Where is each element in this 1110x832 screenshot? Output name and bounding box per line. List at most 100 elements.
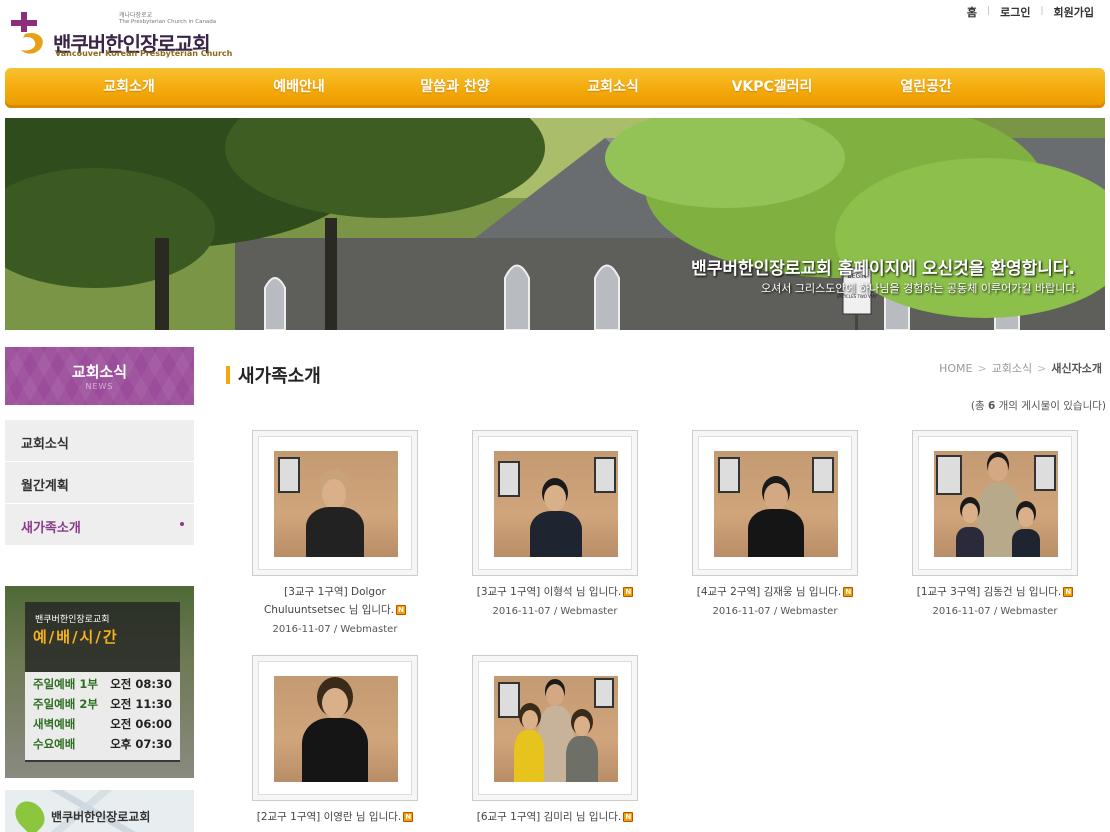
new-badge-icon: N	[623, 587, 634, 597]
worship-time: 오전 06:00	[110, 717, 172, 731]
page-title-text: 새가족소개	[238, 366, 321, 387]
main-nav: 교회소개 예배안내 말씀과 찬양 교회소식 VKPC갤러리 열린공간	[5, 68, 1105, 108]
thumbnail-frame[interactable]	[912, 430, 1078, 576]
member-photo	[934, 451, 1058, 557]
thumbnail-frame[interactable]	[472, 655, 638, 801]
post-title[interactable]: [2교구 1구역] 이영란 님 입니다. N	[240, 808, 430, 826]
gallery-card[interactable]: [6교구 1구역] 김미리 님 입니다. N	[460, 655, 650, 828]
banner-subtitle: 오셔서 그리스도안에 하나님을 경험하는 공동체 이루어가길 바랍니다.	[761, 282, 1079, 295]
gallery-card[interactable]: [3교구 1구역] 이형석 님 입니다. N 2016-11-07 / Webma…	[460, 430, 650, 621]
logo-small-kr: 캐나다장로교	[119, 12, 153, 19]
post-title-text: [3교구 1구역] 이형석 님 입니다.	[476, 586, 622, 598]
top-links: 홈 | 로그인 | 회원가입	[957, 4, 1104, 20]
new-badge-icon: N	[623, 812, 634, 822]
worship-row: 주일예배 1부 오전 08:30	[33, 674, 172, 694]
signup-link[interactable]: 회원가입	[1044, 4, 1104, 20]
sidebar-subtitle: NEWS	[85, 382, 114, 391]
post-title[interactable]: [6교구 1구역] 김미리 님 입니다. N	[460, 808, 650, 826]
post-meta: 2016-11-07 / Webmaster	[272, 624, 398, 635]
new-badge-icon: N	[1063, 587, 1074, 597]
sidebar-item-label: 월간계획	[21, 479, 69, 494]
logo-name-en: Vancouver Korean Presbyterian Church	[55, 49, 233, 58]
sidebar-header: 교회소식 NEWS	[5, 347, 194, 405]
count-suffix: 개의 게시물이 있습니다)	[998, 400, 1106, 412]
thumbnail-frame[interactable]	[472, 430, 638, 576]
post-title[interactable]: [3교구 1구역] 이형석 님 입니다. N	[460, 583, 650, 601]
worship-row: 주일예배 2부 오전 11:30	[33, 694, 172, 714]
hero-banner: BEGIN BICYCLES TWO WAY 밴쿠버한인장로교회 홈페이지에 오…	[5, 118, 1105, 330]
church-illustration: BEGIN BICYCLES TWO WAY	[5, 118, 1105, 330]
logo-small-en: The Presbyterian Church in Canada	[119, 19, 217, 25]
church-logo[interactable]: 캐나다장로교 The Presbyterian Church in Canada…	[7, 8, 232, 60]
page-title: 새가족소개	[226, 364, 321, 387]
new-badge-icon: N	[843, 587, 854, 597]
post-title[interactable]: [1교구 3구역] 김동건 님 입니다. N	[900, 583, 1090, 601]
home-link[interactable]: 홈	[957, 4, 987, 20]
gallery-card[interactable]: [3교구 1구역] Dolgor Chuluuntsetsec 님 입니다. N …	[240, 430, 430, 639]
thumbnail-frame[interactable]	[692, 430, 858, 576]
worship-church-name: 밴쿠버한인장로교회	[35, 615, 110, 625]
post-meta: 2016-11-07 / Webmaster	[932, 606, 1058, 617]
post-title-text: [6교구 1구역] 김미리 님 입니다.	[476, 811, 622, 823]
count-prefix: (총	[970, 400, 985, 412]
worship-time: 오전 11:30	[110, 697, 172, 711]
thumbnail-frame[interactable]	[252, 655, 418, 801]
post-title[interactable]: [4교구 2구역] 김재웅 님 입니다. N	[680, 583, 870, 601]
post-meta: 2016-11-07 / Webmaster	[712, 606, 838, 617]
sidebar-item-monthly-plan[interactable]: 월간계획	[5, 462, 194, 504]
worship-row: 수요예배 오후 07:30	[33, 734, 172, 754]
sidebar-item-label: 새가족소개	[21, 521, 81, 536]
sidebar-title: 교회소식	[71, 363, 128, 381]
nav-news[interactable]: 교회소식	[565, 68, 661, 108]
new-badge-icon: N	[403, 812, 414, 822]
cross-logo-icon	[11, 12, 43, 54]
chevron-right-icon: >	[977, 361, 987, 375]
gallery-card[interactable]: [4교구 2구역] 김재웅 님 입니다. N 2016-11-07 / Webma…	[680, 430, 870, 621]
nav-sermon[interactable]: 말씀과 찬양	[345, 68, 565, 108]
post-title[interactable]: [3교구 1구역] Dolgor Chuluuntsetsec 님 입니다. N	[240, 583, 430, 619]
map-title: 밴쿠버한인장로교회	[51, 810, 151, 824]
map-banner[interactable]: 밴쿠버한인장로교회	[5, 790, 194, 832]
sidebar-menu: 교회소식 월간계획 새가족소개	[5, 420, 194, 546]
member-photo	[274, 451, 398, 557]
worship-times-banner[interactable]: 밴쿠버한인장로교회 예/배/시/간 주일예배 1부 오전 08:30 주일예배 2…	[5, 586, 194, 778]
worship-row: 새벽예배 오전 06:00	[33, 714, 172, 734]
worship-title: 예/배/시/간	[33, 628, 119, 646]
member-photo	[714, 451, 838, 557]
gallery-card[interactable]: [2교구 1구역] 이영란 님 입니다. N	[240, 655, 430, 828]
member-photo	[494, 676, 618, 782]
nav-worship[interactable]: 예배안내	[253, 68, 345, 108]
nav-church-intro[interactable]: 교회소개	[5, 68, 253, 108]
map-pin-icon	[9, 795, 51, 832]
new-badge-icon: N	[396, 605, 407, 615]
worship-name: 새벽예배	[33, 717, 76, 731]
breadcrumb-news[interactable]: 교회소식	[992, 360, 1032, 376]
gallery-card[interactable]: [1교구 3구역] 김동건 님 입니다. N 2016-11-07 / Webma…	[900, 430, 1090, 621]
nav-open-space[interactable]: 열린공간	[883, 68, 969, 108]
nav-gallery[interactable]: VKPC갤러리	[661, 68, 883, 108]
thumbnail-frame[interactable]	[252, 430, 418, 576]
post-count: (총 6 개의 게시물이 있습니다)	[971, 398, 1106, 413]
breadcrumb-current: 새신자소개	[1051, 362, 1102, 375]
breadcrumb: HOME > 교회소식 > 새신자소개	[939, 360, 1102, 376]
sidebar-item-church-news[interactable]: 교회소식	[5, 420, 194, 462]
worship-name: 주일예배 2부	[33, 697, 98, 711]
breadcrumb-home[interactable]: HOME	[939, 362, 972, 375]
sidebar-item-label: 교회소식	[21, 437, 69, 452]
title-accent-bar	[226, 366, 230, 384]
chevron-right-icon: >	[1037, 361, 1047, 375]
post-title-text: [4교구 2구역] 김재웅 님 입니다.	[696, 586, 842, 598]
member-photo	[274, 676, 398, 782]
banner-title: 밴쿠버한인장로교회 홈페이지에 오신것을 환영합니다.	[691, 259, 1075, 279]
post-title-text: [2교구 1구역] 이영란 님 입니다.	[256, 811, 402, 823]
worship-name: 주일예배 1부	[33, 677, 98, 691]
login-link[interactable]: 로그인	[990, 4, 1040, 20]
post-meta: 2016-11-07 / Webmaster	[492, 606, 618, 617]
sidebar-item-new-family[interactable]: 새가족소개	[5, 504, 194, 546]
post-title-text: [3교구 1구역] Dolgor Chuluuntsetsec 님 입니다.	[263, 586, 395, 616]
worship-time: 오후 07:30	[110, 737, 172, 751]
active-dot-icon	[180, 522, 184, 526]
worship-schedule: 주일예배 1부 오전 08:30 주일예배 2부 오전 11:30 새벽예배 오전 0…	[25, 672, 180, 760]
worship-time: 오전 08:30	[110, 677, 172, 691]
count-number: 6	[987, 400, 996, 412]
